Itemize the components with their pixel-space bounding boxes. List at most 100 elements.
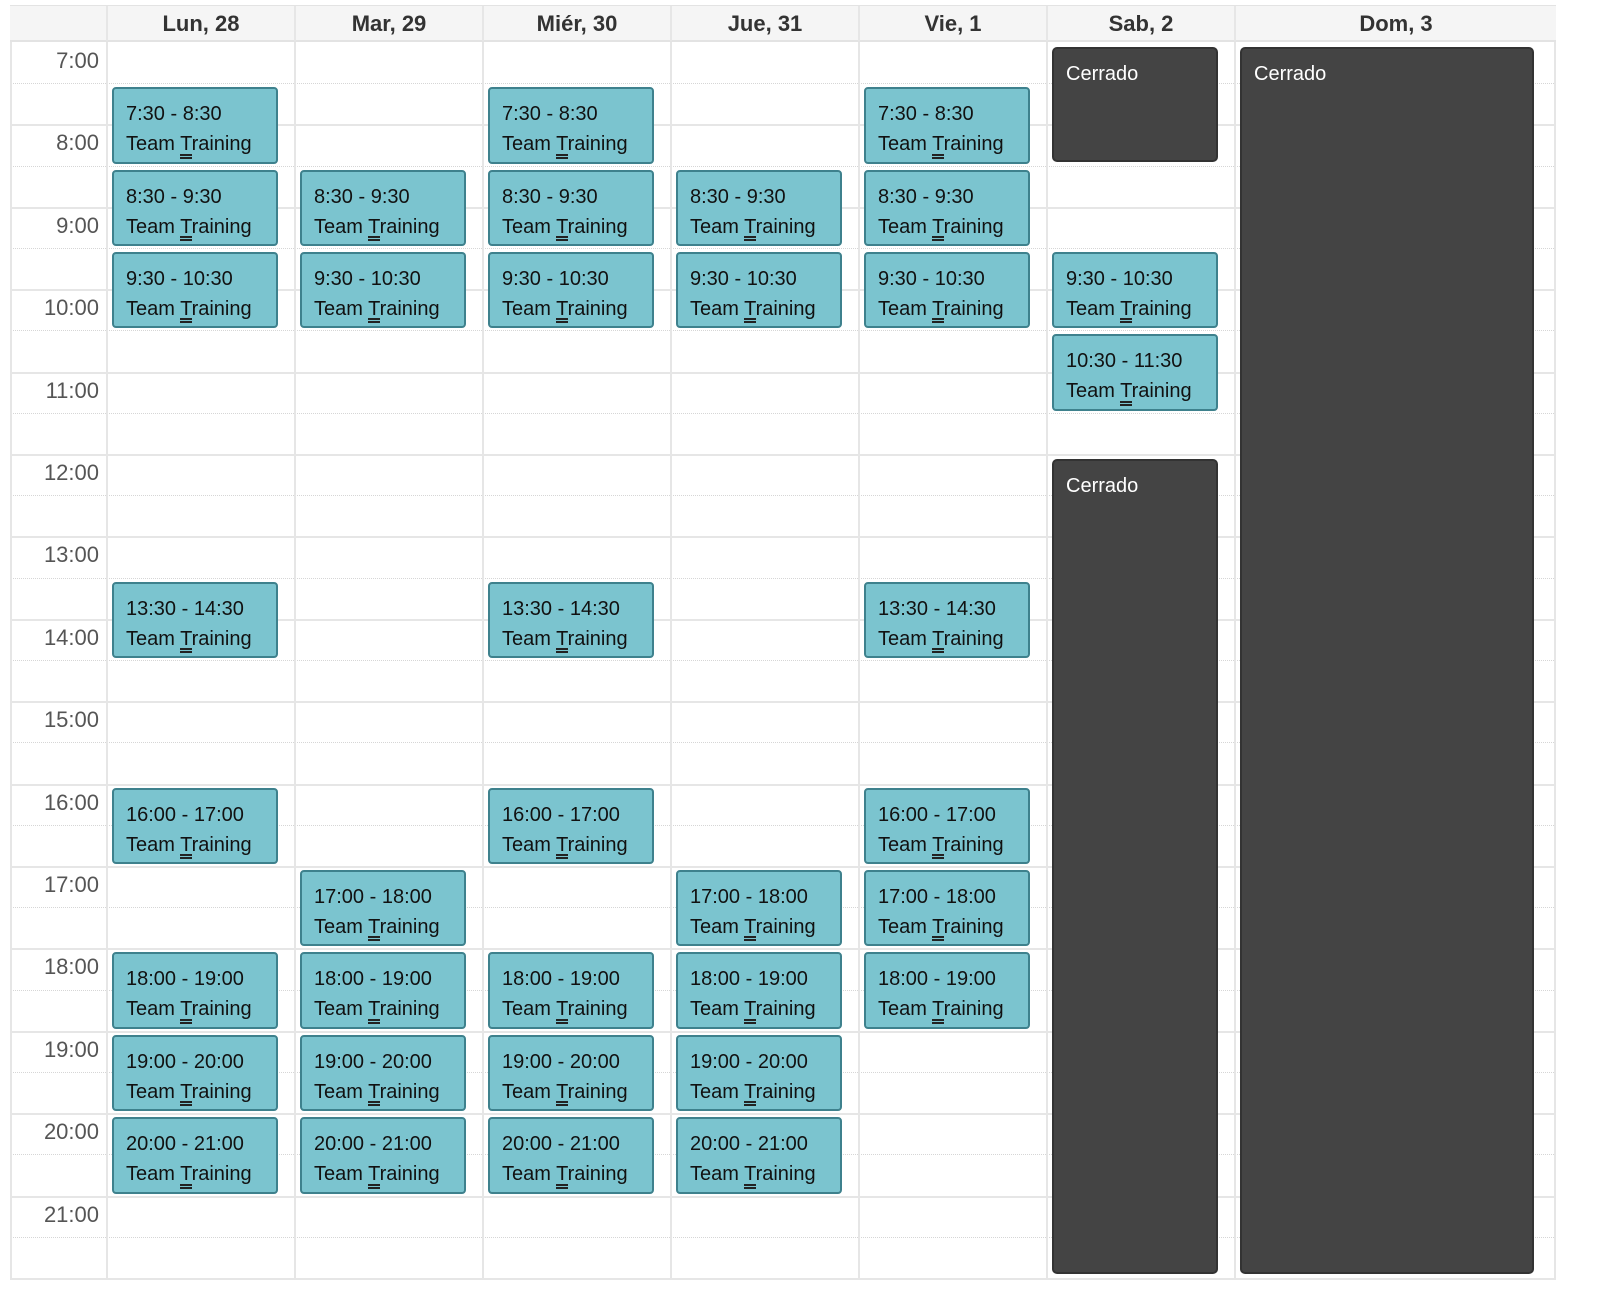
calendar-event[interactable]: 18:00 - 19:00 Team Training (300, 952, 466, 1029)
resize-handle-icon[interactable] (368, 235, 380, 241)
calendar-event[interactable]: 9:30 - 10:30 Team Training (112, 252, 278, 329)
event-time: 17:00 - 18:00 (878, 886, 996, 908)
calendar-event[interactable]: 9:30 - 10:30 Team Training (300, 252, 466, 329)
resize-handle-icon[interactable] (180, 1183, 192, 1189)
event-time: 16:00 - 17:00 (126, 803, 244, 826)
resize-handle-icon[interactable] (556, 1101, 568, 1107)
calendar-event[interactable]: 19:00 - 20:00 Team Training (488, 1034, 654, 1112)
event-time: 7:30 - 8:30 (126, 103, 222, 126)
resize-handle-icon[interactable] (932, 853, 944, 859)
resize-handle-icon[interactable] (180, 647, 192, 653)
calendar-event[interactable]: 19:00 - 20:00 Team Training (300, 1034, 466, 1112)
day-header-1: Lun, 28 (106, 6, 294, 41)
resize-handle-icon[interactable] (368, 1101, 380, 1107)
calendar-event[interactable]: 13:30 - 14:30 Team Training (864, 581, 1030, 658)
calendar-event[interactable]: 10:30 - 11:30 Team Training (1052, 334, 1218, 411)
resize-handle-icon[interactable] (556, 235, 568, 241)
calendar-event[interactable]: 17:00 - 18:00 Team Training (676, 870, 842, 947)
event-time: 20:00 - 21:00 (126, 1133, 244, 1156)
resize-handle-icon[interactable] (180, 153, 192, 159)
resize-handle-icon[interactable] (180, 853, 192, 859)
closed-block: Cerrado (1240, 47, 1534, 1274)
calendar-event[interactable]: 19:00 - 20:00 Team Training (676, 1034, 842, 1112)
resize-handle-icon[interactable] (932, 235, 944, 241)
resize-handle-icon[interactable] (1120, 400, 1132, 406)
resize-handle-icon[interactable] (556, 153, 568, 159)
calendar-event[interactable]: 17:00 - 18:00 Team Training (864, 870, 1030, 947)
calendar-event[interactable]: 8:30 - 9:30 Team Training (112, 169, 278, 246)
calendar-event[interactable]: 18:00 - 19:00 Team Training (488, 952, 654, 1029)
calendar-event[interactable]: 18:00 - 19:00 Team Training (864, 952, 1030, 1029)
resize-handle-icon[interactable] (1120, 318, 1132, 324)
resize-handle-icon[interactable] (932, 647, 944, 653)
calendar-event[interactable]: 19:00 - 20:00 Team Training (112, 1034, 278, 1112)
time-label: 19:00 (43, 1036, 99, 1062)
resize-handle-icon[interactable] (556, 853, 568, 859)
day-header-7: Dom, 3 (1234, 6, 1556, 41)
calendar-event[interactable]: 16:00 - 17:00 Team Training (112, 787, 278, 864)
calendar-event[interactable]: 8:30 - 9:30 Team Training (300, 169, 466, 246)
calendar-event[interactable]: 17:00 - 18:00 Team Training (300, 870, 466, 947)
resize-handle-icon[interactable] (744, 936, 756, 942)
calendar-event[interactable]: 20:00 - 21:00 Team Training (488, 1117, 654, 1194)
resize-handle-icon[interactable] (744, 235, 756, 241)
calendar-event[interactable]: 18:00 - 19:00 Team Training (676, 952, 842, 1029)
resize-handle-icon[interactable] (180, 318, 192, 324)
resize-handle-icon[interactable] (180, 235, 192, 241)
calendar-event[interactable]: 7:30 - 8:30 Team Training (488, 87, 654, 164)
calendar-event[interactable]: 8:30 - 9:30 Team Training (864, 169, 1030, 246)
resize-handle-icon[interactable] (180, 1018, 192, 1024)
calendar-event[interactable]: 16:00 - 17:00 Team Training (864, 787, 1030, 864)
time-label: 14:00 (43, 624, 99, 650)
resize-handle-icon[interactable] (744, 1018, 756, 1024)
resize-handle-icon[interactable] (932, 936, 944, 942)
event-time: 17:00 - 18:00 (690, 886, 808, 908)
resize-handle-icon[interactable] (368, 936, 380, 942)
resize-handle-icon[interactable] (932, 1018, 944, 1024)
calendar-event[interactable]: 16:00 - 17:00 Team Training (488, 787, 654, 864)
resize-handle-icon[interactable] (744, 1183, 756, 1189)
resize-handle-icon[interactable] (556, 318, 568, 324)
event-time: 20:00 - 21:00 (314, 1133, 432, 1156)
resize-handle-icon[interactable] (744, 318, 756, 324)
resize-handle-icon[interactable] (932, 153, 944, 159)
calendar-event[interactable]: 8:30 - 9:30 Team Training (676, 169, 842, 246)
resize-handle-icon[interactable] (556, 1183, 568, 1189)
calendar-event[interactable]: 18:00 - 19:00 Team Training (112, 952, 278, 1029)
calendar-event[interactable]: 20:00 - 21:00 Team Training (676, 1117, 842, 1194)
calendar-event[interactable]: 7:30 - 8:30 Team Training (864, 87, 1030, 164)
week-calendar: Lun, 28 Mar, 29 Miér, 30 Jue, 31 Vie, 1 Sab, … (10, 5, 1556, 1280)
time-label: 15:00 (43, 707, 99, 733)
calendar-event[interactable]: 7:30 - 8:30 Team Training (112, 87, 278, 164)
resize-handle-icon[interactable] (368, 1018, 380, 1024)
column-divider (106, 42, 108, 1279)
time-label: 7:00 (56, 48, 99, 73)
event-time: 13:30 - 14:30 (502, 597, 620, 620)
resize-handle-icon[interactable] (556, 647, 568, 653)
resize-handle-icon[interactable] (368, 1183, 380, 1189)
calendar-event[interactable]: 9:30 - 10:30 Team Training (488, 252, 654, 329)
column-divider (1234, 42, 1236, 1279)
resize-handle-icon[interactable] (556, 1018, 568, 1024)
calendar-event[interactable]: 8:30 - 9:30 Team Training (488, 169, 654, 246)
event-time: 9:30 - 10:30 (126, 268, 233, 290)
resize-handle-icon[interactable] (368, 318, 380, 324)
resize-handle-icon[interactable] (932, 318, 944, 324)
calendar-event[interactable]: 20:00 - 21:00 Team Training (300, 1117, 466, 1194)
event-time: 8:30 - 9:30 (878, 185, 974, 208)
closed-block: Cerrado (1052, 459, 1218, 1274)
calendar-event[interactable]: 9:30 - 10:30 Team Training (676, 252, 842, 329)
calendar-event[interactable]: 13:30 - 14:30 Team Training (488, 581, 654, 658)
calendar-event[interactable]: 9:30 - 10:30 Team Training (1052, 252, 1218, 329)
event-time: 18:00 - 19:00 (502, 968, 620, 991)
resize-handle-icon[interactable] (744, 1101, 756, 1107)
event-time: 18:00 - 19:00 (126, 968, 244, 991)
column-divider (670, 42, 672, 1279)
calendar-header: Lun, 28 Mar, 29 Miér, 30 Jue, 31 Vie, 1 Sab, … (10, 5, 1556, 42)
time-label: 10:00 (43, 295, 99, 321)
calendar-event[interactable]: 20:00 - 21:00 Team Training (112, 1117, 278, 1194)
calendar-event[interactable]: 9:30 - 10:30 Team Training (864, 252, 1030, 329)
resize-handle-icon[interactable] (180, 1101, 192, 1107)
time-label: 12:00 (43, 460, 99, 485)
calendar-event[interactable]: 13:30 - 14:30 Team Training (112, 581, 278, 658)
